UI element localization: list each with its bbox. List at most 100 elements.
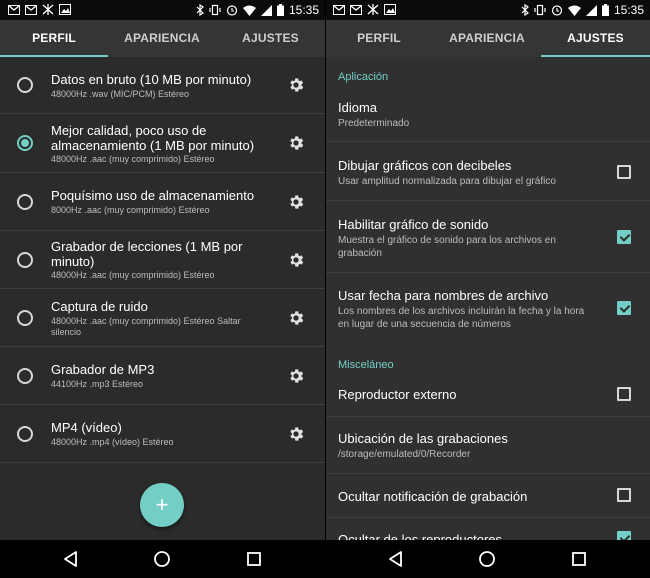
profile-item-noise[interactable]: Captura de ruido 48000Hz .aac (muy compr…: [0, 289, 325, 347]
gmail-icon: [25, 4, 37, 15]
setting-title: Ubicación de las grabaciones: [338, 431, 508, 446]
home-icon[interactable]: [478, 550, 496, 568]
radio-button[interactable]: [17, 77, 33, 93]
profile-item-mp3[interactable]: Grabador de MP3 44100Hz .mp3 Estéreo: [0, 347, 325, 405]
recents-icon[interactable]: [570, 550, 588, 568]
plus-icon: +: [155, 492, 169, 517]
profile-item-lecture[interactable]: Grabador de lecciones (1 MB por minuto) …: [0, 231, 325, 289]
profile-title: Poquísimo uso de almacenamiento: [51, 188, 255, 203]
profile-title: Grabador de lecciones (1 MB por minuto): [51, 239, 243, 269]
radio-button[interactable]: [17, 368, 33, 384]
gmail-icon: [333, 4, 345, 15]
radio-button[interactable]: [17, 426, 33, 442]
bluetooth-icon: [196, 4, 204, 16]
profile-item-minimal-storage[interactable]: Poquísimo uso de almacenamiento 8000Hz .…: [0, 173, 325, 231]
sound-graph-checkbox[interactable]: [617, 230, 631, 244]
settings-list: Aplicación Idioma Predeterminado Dibujar…: [325, 57, 650, 540]
setting-subtitle: /storage/emulated/0/Recorder: [338, 449, 471, 460]
vibrate-icon: [534, 4, 546, 16]
network-icon: [367, 4, 379, 15]
tab-apariencia[interactable]: APARIENCIA: [433, 20, 541, 57]
profile-subtitle: 44100Hz .mp3 Estéreo: [51, 379, 144, 389]
radio-button[interactable]: [17, 310, 33, 326]
back-icon[interactable]: [62, 550, 80, 568]
setting-recordings-location[interactable]: Ubicación de las grabaciones /storage/em…: [325, 417, 650, 474]
setting-title: Dibujar gráficos con decibeles: [338, 158, 512, 173]
gear-icon[interactable]: [287, 134, 305, 152]
gmail-icon: [8, 4, 20, 15]
radio-button[interactable]: [17, 252, 33, 268]
vibrate-icon: [209, 4, 221, 16]
home-icon[interactable]: [153, 550, 171, 568]
profile-title: Grabador de MP3: [51, 362, 155, 377]
setting-hide-from-players[interactable]: Ocultar de los reproductores: [325, 518, 650, 540]
gear-icon[interactable]: [287, 251, 305, 269]
decibels-checkbox[interactable]: [617, 165, 631, 179]
recents-icon[interactable]: [245, 550, 263, 568]
date-filenames-checkbox[interactable]: [617, 301, 631, 315]
bluetooth-icon: [521, 4, 529, 16]
nav-bar: [0, 540, 325, 578]
setting-title: Ocultar de los reproductores: [338, 532, 503, 540]
tab-ajustes[interactable]: AJUSTES: [541, 20, 650, 57]
alarm-icon: [226, 5, 238, 16]
profile-subtitle: 48000Hz .aac (muy comprimido) Estéreo Sa…: [51, 316, 241, 337]
radio-button-selected[interactable]: [17, 135, 33, 151]
hide-notification-checkbox[interactable]: [617, 488, 631, 502]
profile-subtitle: 8000Hz .aac (muy comprimido) Estéreo: [51, 205, 210, 215]
gear-icon[interactable]: [287, 193, 305, 211]
profile-item-mp4[interactable]: MP4 (vídeo) 48000Hz .mp4 (vídeo) Estéreo: [0, 405, 325, 463]
profile-title: Datos en bruto (10 MB por minuto): [51, 72, 252, 87]
tab-perfil[interactable]: PERFIL: [0, 20, 108, 57]
setting-external-player[interactable]: Reproductor externo: [325, 373, 650, 417]
profile-subtitle: 48000Hz .wav (MIC/PCM) Estéreo: [51, 89, 190, 99]
gallery-icon: [384, 4, 396, 15]
setting-language[interactable]: Idioma Predeterminado: [325, 85, 650, 142]
profile-screen: 15:35 PERFIL APARIENCIA AJUSTES Datos en…: [0, 0, 325, 578]
clock: 15:35: [613, 3, 644, 17]
add-profile-button[interactable]: +: [140, 483, 184, 527]
clock: 15:35: [288, 3, 319, 17]
setting-title: Usar fecha para nombres de archivo: [338, 288, 549, 303]
setting-subtitle: Predeterminado: [338, 118, 410, 129]
setting-title: Ocultar notificación de grabación: [338, 489, 528, 504]
settings-screen: 15:35 PERFIL APARIENCIA AJUSTES Aplicaci…: [325, 0, 650, 578]
signal-icon: [585, 4, 597, 16]
hide-from-players-checkbox[interactable]: [617, 531, 631, 540]
tab-apariencia[interactable]: APARIENCIA: [108, 20, 216, 57]
profile-subtitle: 48000Hz .aac (muy comprimido) Estéreo: [51, 154, 215, 164]
section-header-app: Aplicación: [338, 71, 389, 83]
setting-subtitle: Muestra el gráfico de sonido para los ar…: [338, 235, 556, 259]
profile-item-raw[interactable]: Datos en bruto (10 MB por minuto) 48000H…: [0, 57, 325, 114]
setting-decibels[interactable]: Dibujar gráficos con decibeles Usar ampl…: [325, 142, 650, 201]
gear-icon[interactable]: [287, 309, 305, 327]
setting-sound-graph[interactable]: Habilitar gráfico de sonido Muestra el g…: [325, 201, 650, 273]
gmail-icon: [350, 4, 362, 15]
setting-title: Reproductor externo: [338, 387, 457, 402]
back-icon[interactable]: [387, 550, 405, 568]
signal-icon: [260, 4, 272, 16]
status-bar: 15:35: [325, 0, 650, 20]
radio-button[interactable]: [17, 194, 33, 210]
external-player-checkbox[interactable]: [617, 387, 631, 401]
wifi-icon: [242, 5, 256, 16]
profile-title: MP4 (vídeo): [51, 420, 122, 435]
battery-icon: [601, 4, 609, 16]
gear-icon[interactable]: [287, 425, 305, 443]
setting-subtitle: Usar amplitud normalizada para dibujar e…: [338, 176, 556, 187]
setting-subtitle: Los nombres de los archivos incluirán la…: [338, 306, 585, 330]
tab-ajustes[interactable]: AJUSTES: [216, 20, 325, 57]
setting-date-filenames[interactable]: Usar fecha para nombres de archivo Los n…: [325, 273, 650, 343]
setting-hide-notification[interactable]: Ocultar notificación de grabación: [325, 474, 650, 518]
section-header-misc: Misceláneo: [338, 359, 394, 371]
gear-icon[interactable]: [287, 367, 305, 385]
setting-title: Idioma: [338, 100, 378, 115]
tab-bar: PERFIL APARIENCIA AJUSTES: [0, 20, 325, 57]
profile-subtitle: 48000Hz .aac (muy comprimido) Estéreo: [51, 270, 215, 280]
profile-title: Mejor calidad, poco uso de almacenamient…: [51, 123, 255, 153]
setting-title: Habilitar gráfico de sonido: [338, 217, 489, 232]
network-icon: [42, 4, 54, 15]
profile-item-best-quality[interactable]: Mejor calidad, poco uso de almacenamient…: [0, 114, 325, 173]
tab-perfil[interactable]: PERFIL: [325, 20, 433, 57]
gear-icon[interactable]: [287, 76, 305, 94]
